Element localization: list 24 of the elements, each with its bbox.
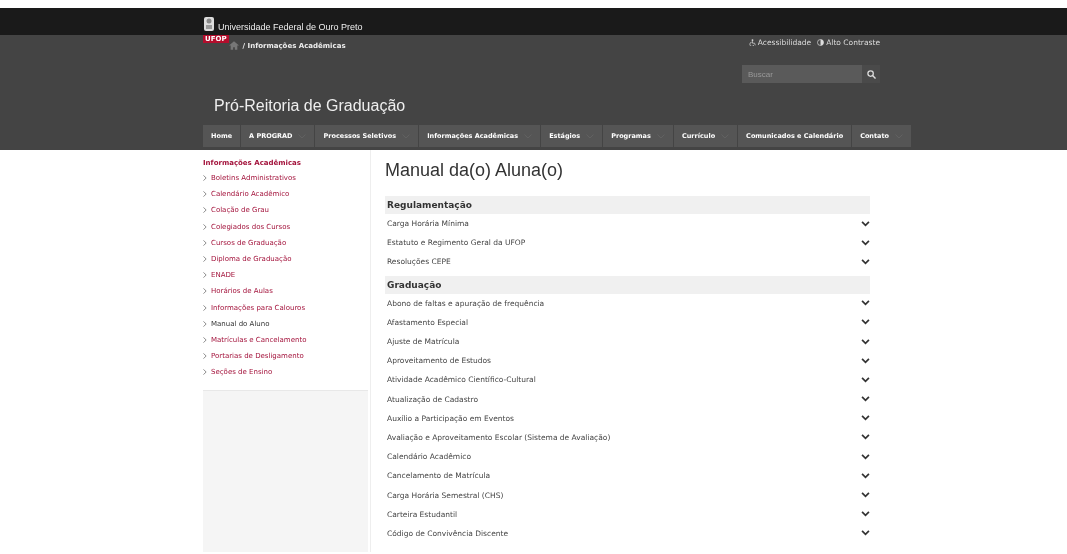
wheelchair-icon [748, 39, 756, 46]
section-heading: Graduação [385, 275, 870, 294]
chevron-icon [203, 288, 207, 295]
chevron-icon [203, 175, 207, 182]
chevron-icon [203, 191, 207, 198]
chevron-icon [203, 256, 207, 263]
search-icon [866, 69, 876, 79]
university-name[interactable]: Universidade Federal de Ouro Preto [218, 22, 363, 32]
chevron-icon [203, 272, 207, 279]
crest-icon [203, 16, 215, 32]
chevron-icon [203, 353, 207, 360]
chevron-icon [203, 369, 207, 376]
home-icon [228, 41, 239, 50]
page-title: Manual da(o) Aluna(o) [385, 160, 565, 181]
site-title: Pró-Reitoria de Graduação [214, 97, 407, 116]
contrast-icon [817, 39, 825, 46]
chevron-icon [203, 207, 207, 214]
chevron-icon [203, 304, 207, 311]
search-button[interactable] [862, 65, 880, 83]
chevron-icon [203, 223, 207, 230]
chevron-icon [203, 239, 207, 246]
chevron-icon [203, 320, 207, 327]
chevron-icon [203, 336, 207, 343]
section-heading: Regulamentação [385, 196, 870, 214]
